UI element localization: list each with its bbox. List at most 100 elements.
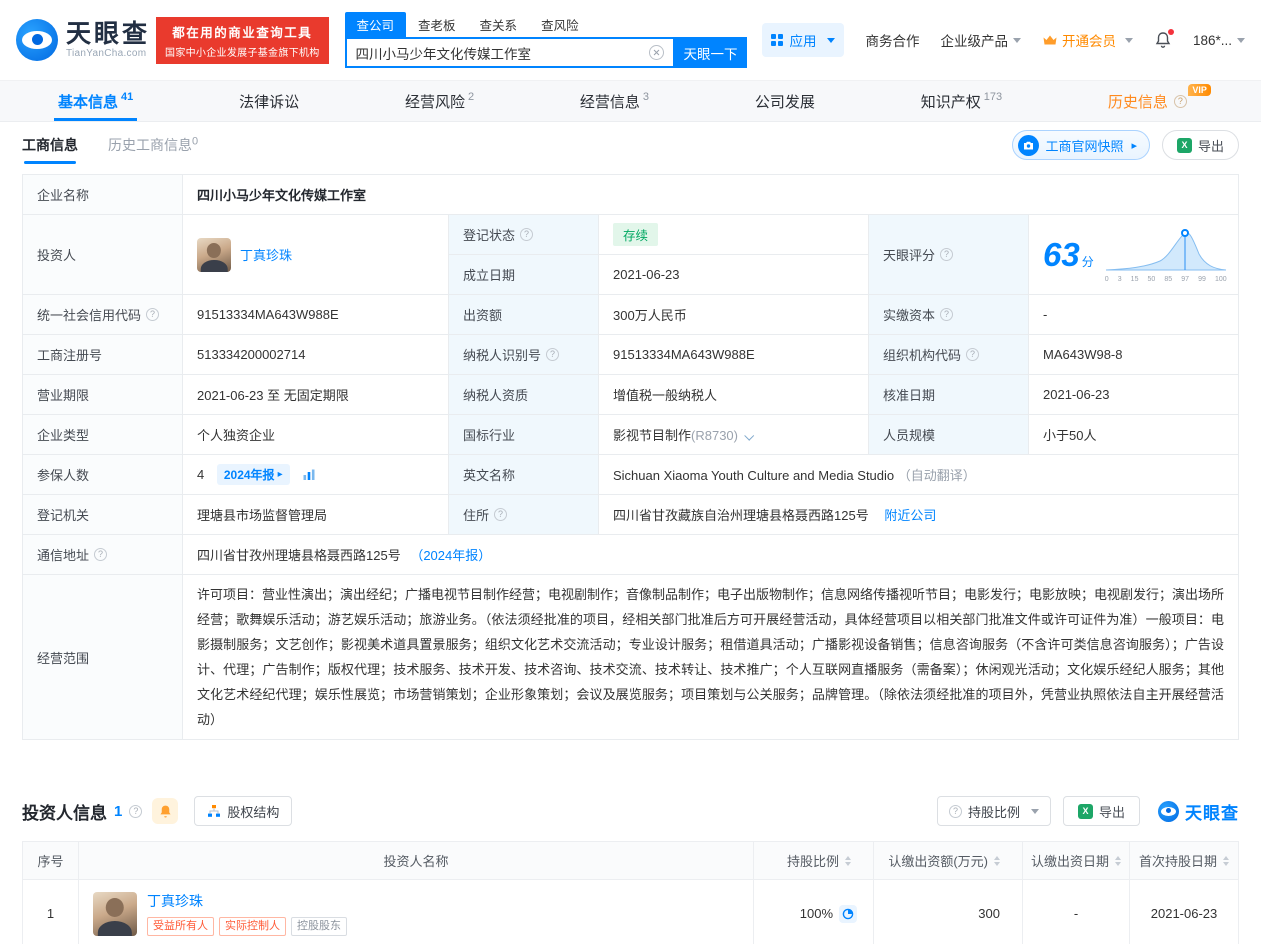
tab-count: 2 bbox=[468, 91, 474, 103]
help-icon[interactable] bbox=[520, 228, 533, 241]
label-industry: 国标行业 bbox=[449, 415, 599, 455]
search-tab-boss[interactable]: 查老板 bbox=[406, 12, 468, 37]
help-icon[interactable] bbox=[546, 348, 559, 361]
annual-report-link[interactable]: （2024年报） bbox=[410, 548, 491, 563]
official-snapshot-button[interactable]: 工商官网快照 bbox=[1012, 130, 1150, 160]
logo-title: 天眼查 bbox=[66, 21, 150, 49]
tianyancha-logo[interactable]: 天眼查 TianYanCha.com bbox=[16, 19, 150, 61]
score-unit: 分 bbox=[1082, 255, 1094, 269]
label-paid-capital: 实缴资本 bbox=[869, 295, 1029, 335]
label-tianyan-score: 天眼评分 bbox=[869, 215, 1029, 295]
slogan-line-1: 都在用的商业查询工具 bbox=[165, 22, 320, 41]
col-header-subscribed-amount[interactable]: 认缴出资额(万元) bbox=[874, 842, 1023, 880]
search-tab-company[interactable]: 查公司 bbox=[345, 12, 407, 37]
clear-search-icon[interactable] bbox=[649, 45, 664, 60]
export-button[interactable]: 导出 bbox=[1162, 130, 1239, 160]
watermark-text: 天眼查 bbox=[1185, 799, 1239, 824]
investor-avatar[interactable] bbox=[93, 892, 137, 936]
label-insured-count: 参保人数 bbox=[23, 455, 183, 495]
tianyancha-eye-icon bbox=[16, 19, 58, 61]
uscc-value: 91513334MA643W988E bbox=[183, 295, 449, 335]
tab-history-info[interactable]: VIP 历史信息 bbox=[1108, 81, 1203, 121]
search-tab-risk[interactable]: 查风险 bbox=[529, 12, 591, 37]
help-icon[interactable] bbox=[940, 248, 953, 261]
investor-name-cell: 丁真珍珠 受益所有人 实际控制人 控股股东 bbox=[79, 880, 754, 944]
help-icon[interactable] bbox=[146, 308, 159, 321]
mailing-address-cell: 四川省甘孜州理塘县格聂西路125号 （2024年报） bbox=[183, 535, 1239, 575]
registration-number-value: 513334200002714 bbox=[183, 335, 449, 375]
insured-trend-icon[interactable] bbox=[302, 468, 316, 481]
tianyan-score-cell[interactable]: 63分 0 3 15 50 85 97 99 100 bbox=[1029, 215, 1239, 295]
equity-structure-button[interactable]: 股权结构 bbox=[194, 796, 292, 826]
investor-name-link[interactable]: 丁真珍珠 bbox=[147, 893, 203, 909]
nav-vip-membership[interactable]: 开通会员 bbox=[1042, 30, 1133, 50]
tab-operating-risk[interactable]: 经营风险2 bbox=[405, 81, 474, 121]
brand-slogan: 都在用的商业查询工具 国家中小企业发展子基金旗下机构 bbox=[156, 17, 329, 64]
sort-icon[interactable] bbox=[1115, 856, 1121, 866]
search-input[interactable] bbox=[356, 45, 649, 60]
shareholding-ratio-button[interactable]: 持股比例 bbox=[937, 796, 1051, 826]
account-phone: 186*... bbox=[1193, 33, 1232, 48]
col-header-first-holding-date[interactable]: 首次持股日期 bbox=[1130, 842, 1239, 880]
nearby-companies-link[interactable]: 附近公司 bbox=[884, 508, 936, 523]
col-header-subscribed-date[interactable]: 认缴出资日期 bbox=[1023, 842, 1130, 880]
monitor-bell-button[interactable] bbox=[152, 798, 178, 824]
search-tabs: 查公司 查老板 查关系 查风险 bbox=[345, 12, 747, 37]
investor-index: 1 bbox=[23, 880, 79, 944]
help-icon[interactable] bbox=[494, 508, 507, 521]
help-icon[interactable] bbox=[94, 548, 107, 561]
col-header-investor-name: 投资人名称 bbox=[79, 842, 754, 880]
col-header-index: 序号 bbox=[23, 842, 79, 880]
tag-actual-controller: 实际控制人 bbox=[219, 917, 286, 936]
investors-table: 序号 投资人名称 持股比例 认缴出资额(万元) 认缴出资日期 首次持股日期 1 … bbox=[22, 841, 1239, 944]
paid-capital-value: - bbox=[1029, 295, 1239, 335]
tab-operating-info[interactable]: 经营信息3 bbox=[580, 81, 649, 121]
label-registration-authority: 登记机关 bbox=[23, 495, 183, 535]
help-icon[interactable] bbox=[129, 805, 142, 818]
notification-dot bbox=[1168, 29, 1174, 35]
excel-icon bbox=[1177, 138, 1192, 153]
bell-icon bbox=[158, 804, 173, 819]
help-icon[interactable] bbox=[1174, 95, 1187, 108]
export-investors-button[interactable]: 导出 bbox=[1063, 796, 1140, 826]
apps-menu[interactable]: 应用 bbox=[762, 23, 844, 57]
subtab-history-business-info[interactable]: 历史工商信息0 bbox=[108, 135, 198, 155]
chevron-down-icon[interactable] bbox=[744, 431, 754, 441]
tab-intellectual-property[interactable]: 知识产权173 bbox=[921, 81, 1002, 121]
investor-name-link[interactable]: 丁真珍珠 bbox=[240, 245, 292, 264]
vip-badge: VIP bbox=[1188, 84, 1211, 96]
industry-value[interactable]: 影视节目制作(R8730) bbox=[599, 415, 869, 455]
score-axis-labels: 0 3 15 50 85 97 99 100 bbox=[1104, 276, 1228, 283]
annual-report-badge[interactable]: 2024年报 bbox=[217, 464, 290, 485]
score-distribution-chart: 0 3 15 50 85 97 99 100 bbox=[1104, 226, 1228, 283]
sort-icon[interactable] bbox=[1223, 856, 1229, 866]
investors-count: 1 bbox=[114, 803, 122, 820]
col-header-ratio[interactable]: 持股比例 bbox=[754, 842, 874, 880]
search-box bbox=[345, 37, 675, 68]
apps-menu-label: 应用 bbox=[789, 30, 816, 50]
help-icon[interactable] bbox=[940, 308, 953, 321]
help-icon[interactable] bbox=[966, 348, 979, 361]
search-tab-relation[interactable]: 查关系 bbox=[468, 12, 530, 37]
investor-avatar[interactable] bbox=[197, 238, 231, 272]
investor-row: 1 丁真珍珠 受益所有人 实际控制人 控股股东 bbox=[23, 880, 1239, 944]
search-button[interactable]: 天眼一下 bbox=[675, 37, 747, 68]
nav-enterprise-products[interactable]: 企业级产品 bbox=[940, 30, 1021, 50]
english-name-value: Sichuan Xiaoma Youth Culture and Media S… bbox=[613, 468, 894, 483]
sort-icon[interactable] bbox=[845, 856, 851, 866]
nav-business-cooperation[interactable]: 商务合作 bbox=[865, 30, 919, 50]
pie-chart-icon[interactable] bbox=[839, 905, 857, 923]
tab-basic-info[interactable]: 基本信息41 bbox=[58, 81, 133, 121]
notification-bell[interactable] bbox=[1154, 31, 1172, 49]
vip-label: 开通会员 bbox=[1062, 30, 1116, 50]
camera-icon bbox=[1018, 135, 1039, 156]
subtab-business-info[interactable]: 工商信息 bbox=[22, 122, 78, 168]
label-address: 住所 bbox=[449, 495, 599, 535]
label-business-scope: 经营范围 bbox=[23, 575, 183, 740]
sort-icon[interactable] bbox=[994, 856, 1000, 866]
nav-account[interactable]: 186*... bbox=[1193, 33, 1245, 48]
tab-company-development[interactable]: 公司发展 bbox=[755, 81, 815, 121]
tab-legal[interactable]: 法律诉讼 bbox=[239, 81, 299, 121]
org-code-value: MA643W98-8 bbox=[1029, 335, 1239, 375]
subscribed-amount-value: 300 bbox=[874, 880, 1023, 944]
